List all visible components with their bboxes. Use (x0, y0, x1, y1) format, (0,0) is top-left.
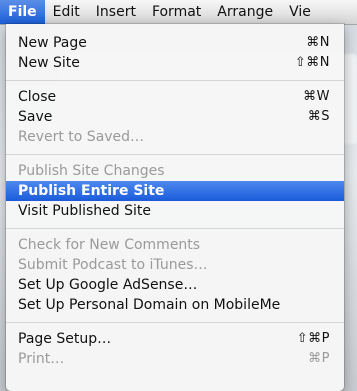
menu-item-setup-adsense[interactable]: Set Up Google AdSense… (6, 275, 344, 295)
menu-item-setup-personal-domain[interactable]: Set Up Personal Domain on MobileMe (6, 295, 344, 315)
menu-view[interactable]: Vie (281, 0, 319, 24)
menu-item-label: New Page (18, 35, 87, 51)
menu-item-label: Revert to Saved… (18, 129, 145, 145)
menu-item-new-page[interactable]: New Page ⌘N (6, 33, 344, 53)
menu-item-label: Check for New Comments (18, 237, 201, 253)
shortcut-label: ⌘N (306, 35, 330, 50)
menu-item-check-new-comments: Check for New Comments (6, 235, 344, 255)
shortcut-label: ⌘P (308, 351, 330, 366)
menu-separator (6, 228, 344, 229)
menu-arrange[interactable]: Arrange (209, 0, 281, 24)
shortcut-label: ⇧⌘N (294, 55, 330, 70)
shortcut-label: ⌘W (303, 89, 330, 104)
menu-item-label: Set Up Personal Domain on MobileMe (18, 297, 281, 313)
menu-item-label: Visit Published Site (18, 203, 152, 219)
menu-item-revert-to-saved: Revert to Saved… (6, 127, 344, 147)
menu-separator (6, 322, 344, 323)
menu-insert[interactable]: Insert (88, 0, 144, 24)
menu-separator (6, 80, 344, 81)
menu-item-label: Page Setup… (18, 331, 112, 347)
menu-file[interactable]: File (0, 0, 45, 24)
shortcut-label: ⇧⌘P (296, 331, 330, 346)
menu-edit[interactable]: Edit (45, 0, 88, 24)
menu-item-label: Set Up Google AdSense… (18, 277, 198, 293)
menu-item-save[interactable]: Save ⌘S (6, 107, 344, 127)
menu-item-label: New Site (18, 55, 80, 71)
menu-item-label: Print… (18, 351, 65, 367)
menu-item-label: Publish Site Changes (18, 163, 165, 179)
menu-separator (6, 154, 344, 155)
menu-item-page-setup[interactable]: Page Setup… ⇧⌘P (6, 329, 344, 349)
menu-item-label: Publish Entire Site (18, 183, 165, 199)
menu-item-label: Save (18, 109, 53, 125)
menu-item-publish-site-changes: Publish Site Changes (6, 161, 344, 181)
menu-bar: File Edit Insert Format Arrange Vie (0, 0, 357, 25)
file-menu-dropdown: New Page ⌘N New Site ⇧⌘N Close ⌘W Save ⌘… (6, 24, 344, 391)
menu-item-publish-entire-site[interactable]: Publish Entire Site (6, 181, 344, 201)
menu-item-submit-podcast: Submit Podcast to iTunes… (6, 255, 344, 275)
menu-format[interactable]: Format (144, 0, 209, 24)
menu-item-label: Close (18, 89, 57, 105)
menu-item-label: Submit Podcast to iTunes… (18, 257, 208, 273)
shortcut-label: ⌘S (307, 109, 330, 124)
menu-item-close[interactable]: Close ⌘W (6, 87, 344, 107)
menu-item-print: Print… ⌘P (6, 349, 344, 369)
menu-item-visit-published-site[interactable]: Visit Published Site (6, 201, 344, 221)
menu-item-new-site[interactable]: New Site ⇧⌘N (6, 53, 344, 73)
